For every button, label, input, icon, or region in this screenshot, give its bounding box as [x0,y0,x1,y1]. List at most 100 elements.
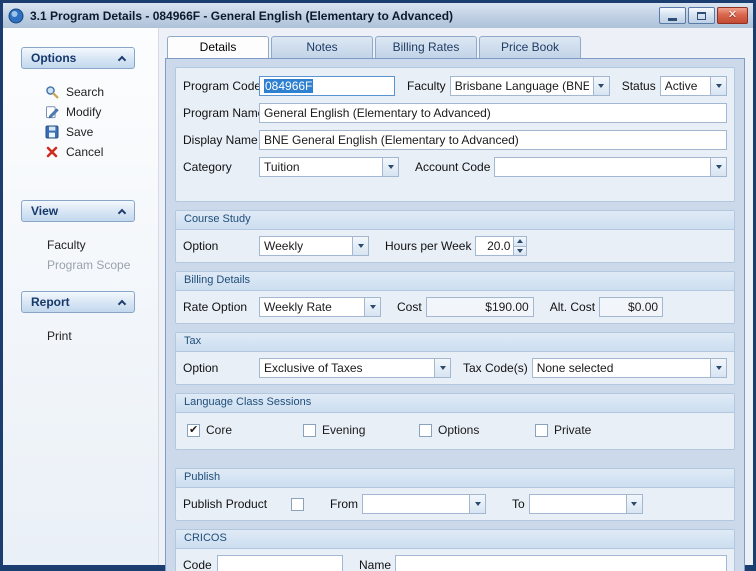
view-section-header[interactable]: View [21,200,135,222]
close-button[interactable]: ✕ [717,7,748,24]
core-label: Core [206,423,232,437]
program-code-label: Program Code [183,79,255,93]
tab-billing-rates-label: Billing Rates [393,40,460,54]
cricos-title: CRICOS [176,530,734,549]
tab-details-label: Details [200,40,237,54]
tab-price-book[interactable]: Price Book [479,36,581,58]
cancel-icon [45,145,59,159]
sidebar-item-program-scope[interactable]: Program Scope [3,255,158,275]
session-core: Core [187,423,303,437]
dropdown-arrow-icon[interactable] [469,495,485,513]
save-label: Save [66,125,93,139]
cricos-name-input[interactable] [395,555,727,571]
account-code-label: Account Code [415,160,490,174]
program-name-input[interactable]: General English (Elementary to Advanced) [259,103,727,123]
titlebar: 3.1 Program Details - 084966F - General … [3,3,753,28]
alt-cost-value: $0.00 [628,300,658,314]
options-checkbox[interactable] [419,424,432,437]
sessions-title: Language Class Sessions [176,394,734,413]
sidebar-item-cancel[interactable]: Cancel [3,142,158,162]
tax-option-dropdown[interactable]: Exclusive of Taxes [259,358,451,378]
cricos-group: CRICOS Code Name [175,529,735,571]
dropdown-arrow-icon[interactable] [593,77,609,95]
stepper-buttons [513,237,526,255]
cost-value: $190.00 [485,300,528,314]
tab-notes[interactable]: Notes [271,36,373,58]
tab-price-book-label: Price Book [501,40,559,54]
cricos-code-input[interactable] [217,555,343,571]
options-label: Options [438,423,479,437]
stepper-down-icon[interactable] [514,246,526,256]
display-name-input[interactable]: BNE General English (Elementary to Advan… [259,130,727,150]
sidebar-item-faculty[interactable]: Faculty [3,235,158,255]
hours-per-week-label: Hours per Week [385,239,471,253]
evening-checkbox[interactable] [303,424,316,437]
category-dropdown[interactable]: Tuition [259,157,399,177]
tax-option-value: Exclusive of Taxes [264,361,363,375]
course-option-value: Weekly [264,239,303,253]
rate-option-label: Rate Option [183,300,255,314]
sidebar-item-print[interactable]: Print [3,326,158,346]
tax-codes-value: None selected [537,361,614,375]
maximize-icon [697,12,706,20]
maximize-button[interactable] [688,7,715,24]
dropdown-arrow-icon[interactable] [710,359,726,377]
dropdown-arrow-icon[interactable] [364,298,380,316]
cost-input[interactable]: $190.00 [426,297,534,317]
course-option-dropdown[interactable]: Weekly [259,236,369,256]
sidebar-section-view: View Faculty Program Scope [3,200,158,275]
report-section-label: Report [31,295,70,309]
session-options: Options [419,423,535,437]
program-code-value: 084966F [264,79,313,93]
report-section-header[interactable]: Report [21,291,135,313]
display-name-value: BNE General English (Elementary to Advan… [264,133,519,147]
sidebar-item-search[interactable]: Search [3,82,158,102]
sidebar-item-modify[interactable]: Modify [3,102,158,122]
publish-product-label: Publish Product [183,497,287,511]
tax-option-label: Option [183,361,255,375]
dropdown-arrow-icon[interactable] [710,77,726,95]
faculty-dropdown[interactable]: Brisbane Language (BNE) [450,76,610,96]
dropdown-arrow-icon[interactable] [710,158,726,176]
account-code-dropdown[interactable] [494,157,727,177]
rate-option-value: Weekly Rate [264,300,332,314]
hours-per-week-stepper[interactable]: 20.0 [475,236,527,256]
minimize-button[interactable] [659,7,686,24]
publish-from-dropdown[interactable] [362,494,486,514]
category-value: Tuition [264,160,300,174]
status-value: Active [665,79,698,93]
chevron-up-icon [118,299,126,307]
faculty-value: Brisbane Language (BNE) [455,79,589,93]
sidebar-item-save[interactable]: Save [3,122,158,142]
program-code-input[interactable]: 084966F [259,76,395,96]
tab-details[interactable]: Details [167,36,269,58]
status-dropdown[interactable]: Active [660,76,727,96]
hours-per-week-value: 20.0 [476,237,513,255]
tab-notes-label: Notes [306,40,337,54]
rate-option-dropdown[interactable]: Weekly Rate [259,297,381,317]
tax-title: Tax [176,333,734,352]
publish-product-checkbox[interactable] [291,498,304,511]
private-checkbox[interactable] [535,424,548,437]
stepper-up-icon[interactable] [514,237,526,246]
tax-codes-dropdown[interactable]: None selected [532,358,727,378]
alt-cost-input[interactable]: $0.00 [599,297,663,317]
tab-billing-rates[interactable]: Billing Rates [375,36,477,58]
evening-label: Evening [322,423,365,437]
search-icon [45,85,59,99]
options-section-header[interactable]: Options [21,47,135,69]
dropdown-arrow-icon[interactable] [382,158,398,176]
program-scope-item-label: Program Scope [47,258,130,272]
minimize-icon [668,18,677,21]
dropdown-arrow-icon[interactable] [352,237,368,255]
dropdown-arrow-icon[interactable] [626,495,642,513]
general-group: Program Code 084966F Faculty Brisbane La… [175,67,735,202]
sessions-group: Language Class Sessions Core Evening [175,393,735,450]
dropdown-arrow-icon[interactable] [434,359,450,377]
main-area: Details Notes Billing Rates Price Book P… [159,28,753,565]
core-checkbox[interactable] [187,424,200,437]
course-option-label: Option [183,239,255,253]
window-title: 3.1 Program Details - 084966F - General … [30,9,453,23]
publish-to-dropdown[interactable] [529,494,643,514]
app-body: Options Search Modify [3,28,753,565]
